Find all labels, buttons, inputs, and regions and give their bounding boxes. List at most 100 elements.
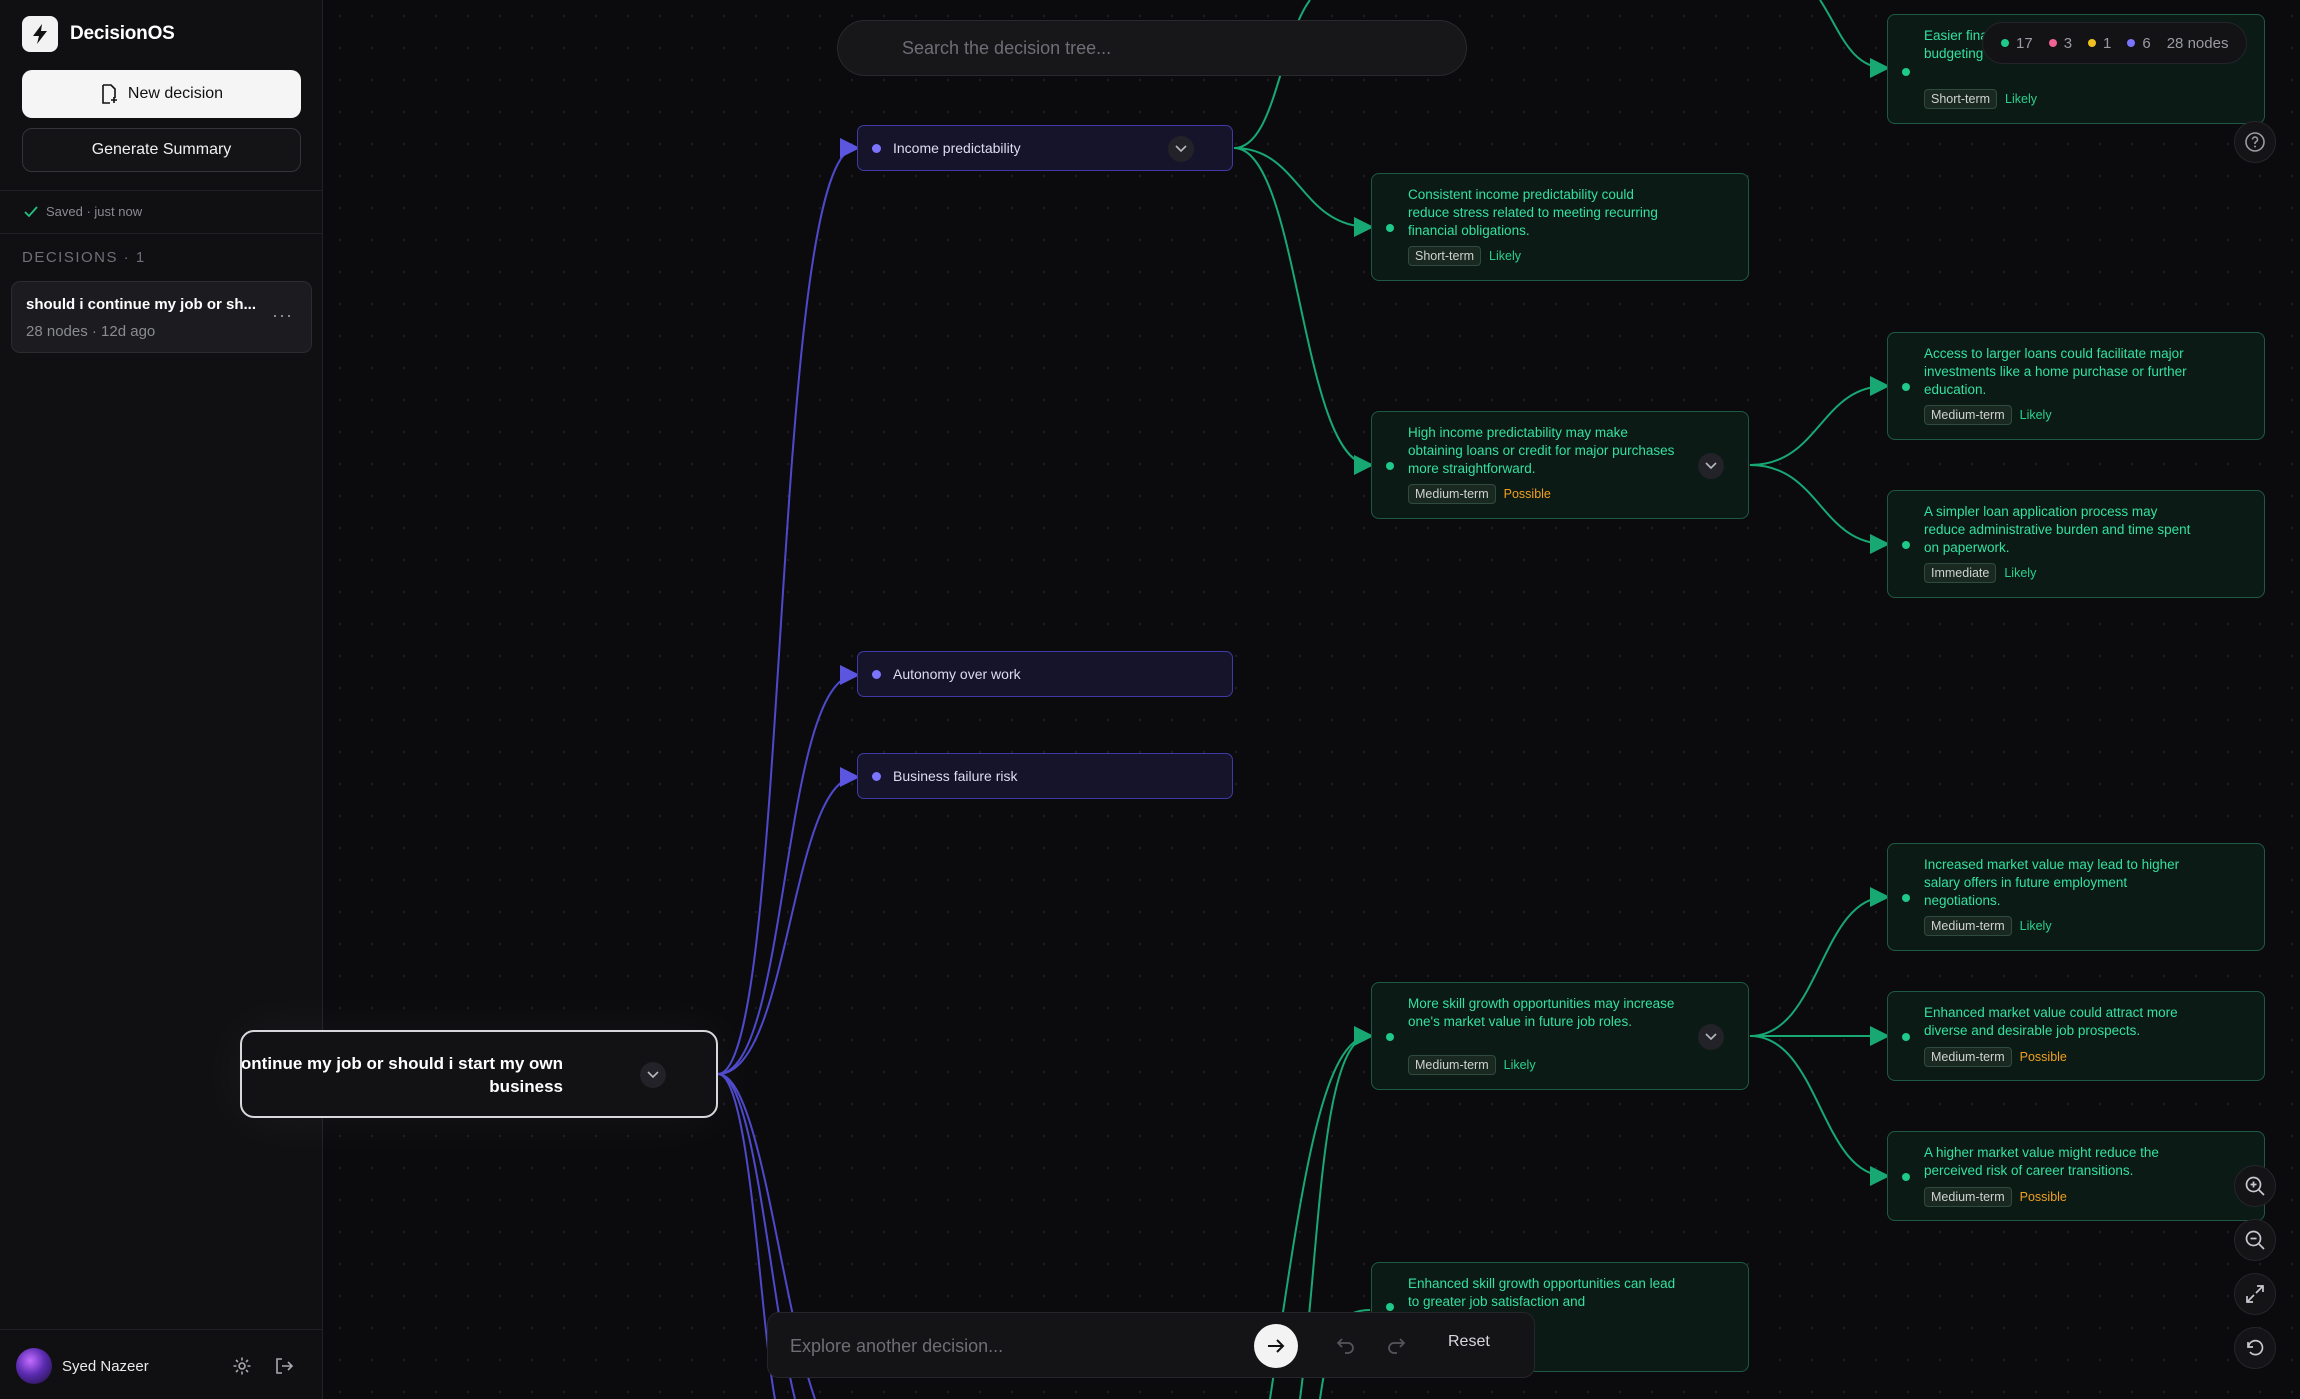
chevron-down-icon (1705, 462, 1717, 470)
reset-view-button[interactable] (2234, 1327, 2276, 1369)
zoom-out-button[interactable] (2234, 1219, 2276, 1261)
saved-status-text: Saved · just now (46, 204, 143, 219)
factor-node-autonomy[interactable]: Autonomy over work (857, 651, 1233, 697)
term-tag: Short-term (1924, 89, 1998, 109)
chevron-down-icon (1175, 145, 1187, 153)
node-tags: Short-term Likely (1408, 246, 1521, 266)
more-options-icon[interactable]: ··· (272, 305, 293, 326)
node-dot (872, 143, 881, 153)
collapse-button[interactable] (640, 1062, 666, 1088)
decisions-header: DECISIONS · 1 (22, 249, 146, 266)
consequence-node[interactable]: More skill growth opportunities may incr… (1371, 982, 1749, 1090)
consequence-node[interactable]: A higher market value might reduce the p… (1887, 1131, 2265, 1221)
likelihood-tag: Possible (1503, 487, 1551, 501)
settings-gear-icon[interactable] (232, 1356, 252, 1381)
term-tag: Medium-term (1924, 405, 2012, 425)
factor-node-failure-risk[interactable]: Business failure risk (857, 753, 1233, 799)
saved-status: Saved · just now (24, 204, 142, 219)
divider (0, 1329, 323, 1330)
term-tag: Medium-term (1408, 484, 1496, 504)
factor-label: Income predictability (893, 140, 1021, 156)
decision-list-item[interactable]: should i continue my job or sh... 28 nod… (11, 281, 312, 353)
term-tag: Medium-term (1924, 1187, 2012, 1207)
root-decision-node[interactable]: should i continue my job or should i sta… (240, 1030, 718, 1118)
term-tag: Short-term (1408, 246, 1482, 266)
consequence-node[interactable]: A simpler loan application process may r… (1887, 490, 2265, 598)
node-dot (1902, 541, 1910, 549)
pink-dot-icon (2048, 39, 2057, 47)
term-tag: Medium-term (1924, 1047, 2012, 1067)
fit-view-button[interactable] (2234, 1273, 2276, 1315)
expand-button[interactable] (1698, 453, 1724, 479)
node-tags: Medium-term Likely (1924, 916, 2052, 936)
consequence-text: High income predictability may make obta… (1408, 425, 1675, 476)
consequence-node[interactable]: High income predictability may make obta… (1371, 411, 1749, 519)
node-dot (1902, 894, 1910, 902)
consequence-text: More skill growth opportunities may incr… (1408, 996, 1675, 1029)
node-tags: Medium-term Likely (1924, 405, 2052, 425)
consequence-node[interactable]: Consistent income predictability could r… (1371, 173, 1749, 281)
likelihood-tag: Likely (2019, 408, 2052, 422)
consequence-text: Enhanced market value could attract more… (1924, 1005, 2178, 1038)
redo-icon[interactable] (1385, 1334, 1407, 1361)
expand-button[interactable] (1168, 136, 1194, 162)
factor-label: Autonomy over work (893, 666, 1021, 682)
help-icon (2245, 132, 2265, 152)
likelihood-tag: Likely (2005, 92, 2038, 106)
consequence-text: Access to larger loans could facilitate … (1924, 346, 2187, 397)
bolt-logo-icon (22, 16, 58, 52)
rotate-ccw-icon (2247, 1339, 2264, 1356)
node-dot (872, 771, 881, 781)
brand[interactable]: DecisionOS (22, 16, 175, 52)
consequence-node[interactable]: Increased market value may lead to highe… (1887, 843, 2265, 951)
expand-button[interactable] (1698, 1024, 1724, 1050)
node-stats-bar: 17 3 1 6 28 nodes (1982, 22, 2248, 64)
zoom-out-icon (2245, 1230, 2265, 1250)
consequence-text: Increased market value may lead to highe… (1924, 857, 2180, 908)
decision-title: should i continue my job or sh... (26, 296, 257, 313)
consequence-node[interactable]: Enhanced market value could attract more… (1887, 991, 2265, 1081)
node-tags: Medium-term Possible (1924, 1187, 2067, 1207)
consequence-text: Enhanced skill growth opportunities can … (1408, 1276, 1676, 1309)
chevron-down-icon (647, 1071, 659, 1079)
explore-bar: Reset (767, 1312, 1535, 1378)
likelihood-tag: Possible (2019, 1190, 2067, 1204)
tree-search-input[interactable] (838, 21, 1466, 75)
term-tag: Medium-term (1924, 916, 2012, 936)
node-tags: Short-term Likely (1924, 89, 2037, 109)
node-dot (1386, 1303, 1394, 1311)
logout-icon[interactable] (274, 1356, 294, 1381)
expand-arrows-icon (2246, 1285, 2264, 1303)
node-dot (872, 669, 881, 679)
user-profile[interactable]: Syed Nazeer (16, 1348, 149, 1384)
likelihood-tag: Likely (1489, 249, 1522, 263)
node-dot (1386, 224, 1394, 232)
undo-icon[interactable] (1335, 1334, 1357, 1361)
term-tag: Medium-term (1408, 1055, 1496, 1075)
node-dot (1386, 1033, 1394, 1041)
stat-pink: 3 (2048, 35, 2072, 52)
zoom-in-button[interactable] (2234, 1165, 2276, 1207)
generate-summary-button[interactable]: Generate Summary (22, 128, 301, 172)
consequence-text: Consistent income predictability could r… (1408, 187, 1658, 238)
new-file-icon (102, 84, 117, 104)
node-dot (1902, 1033, 1910, 1041)
divider (0, 190, 323, 191)
new-decision-button[interactable]: New decision (22, 70, 301, 118)
zoom-in-icon (2245, 1176, 2265, 1196)
purple-dot-icon (2127, 39, 2136, 47)
node-tags: Medium-term Likely (1408, 1055, 1536, 1075)
tree-search[interactable] (837, 20, 1467, 76)
submit-button[interactable] (1254, 1324, 1298, 1368)
node-tags: Medium-term Possible (1924, 1047, 2067, 1067)
factor-node-income-predictability[interactable]: Income predictability (857, 125, 1233, 171)
consequence-node[interactable]: Access to larger loans could facilitate … (1887, 332, 2265, 440)
likelihood-tag: Likely (2019, 919, 2052, 933)
help-button[interactable] (2234, 121, 2276, 163)
explore-decision-input[interactable] (790, 1327, 1270, 1365)
root-decision-label: should i continue my job or should i sta… (240, 1054, 563, 1096)
likelihood-tag: Likely (2004, 566, 2037, 580)
likelihood-tag: Likely (1503, 1058, 1536, 1072)
consequence-text: A simpler loan application process may r… (1924, 504, 2191, 555)
reset-button[interactable]: Reset (1448, 1333, 1490, 1351)
